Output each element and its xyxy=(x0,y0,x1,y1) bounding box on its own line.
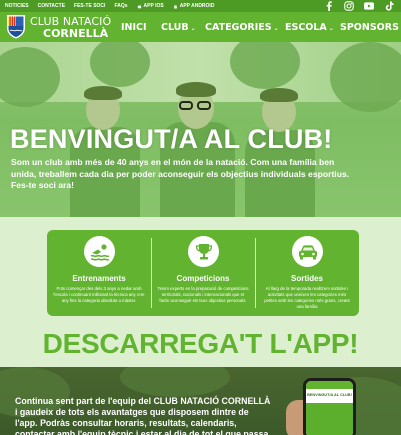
hero-title: BENVINGUT/A AL CLUB! xyxy=(10,124,333,154)
phone-screen-text: BENVINGUT/A AL CLUB! xyxy=(307,393,352,397)
trophy-icon xyxy=(195,243,212,259)
features-card: Entrenaments Pots començar des dels 3 an… xyxy=(47,230,359,316)
chevron-down-icon: ⌄ xyxy=(273,25,279,32)
instagram-icon[interactable] xyxy=(344,1,354,11)
hero-description: Som un club amb més de 40 anys en el món… xyxy=(11,157,350,190)
social-links xyxy=(324,1,394,11)
nav-item-escola[interactable]: ESCOLA ⌄ xyxy=(285,22,334,33)
feature-entrenaments: Entrenaments Pots començar des dels 3 an… xyxy=(47,230,151,316)
swimmer-icon xyxy=(90,243,109,261)
topbar-link-app-ios[interactable]: APP IOS xyxy=(137,3,164,9)
feature-title: Entrenaments xyxy=(72,274,126,283)
main-navbar: CLUB NATACIÓ CORNELLÀ INICI CLUB ⌄ CATEGO… xyxy=(0,12,401,42)
tiktok-icon[interactable] xyxy=(384,1,394,11)
apple-icon xyxy=(137,4,141,8)
hero-banner: BENVINGUT/A AL CLUB! Som un club amb més… xyxy=(0,42,401,217)
feature-title: Competicions xyxy=(176,274,230,283)
feature-sortides: Sortides Al llarg de la temporada realit… xyxy=(255,230,359,316)
nav-item-inici[interactable]: INICI xyxy=(121,22,147,33)
app-phone-mockup: BENVINGUT/A AL CLUB! xyxy=(303,378,356,435)
chevron-down-icon: ⌄ xyxy=(190,25,196,32)
download-app-description: Continua sent part de l'equip del CLUB N… xyxy=(15,396,271,435)
feature-competicions: Competicions Tenim experts en la prepara… xyxy=(151,230,255,316)
topbar-link-fes-te-soci[interactable]: FES-TE SOCI xyxy=(74,3,105,9)
topbar-link-app-android[interactable]: APP ANDROID xyxy=(173,3,214,9)
topbar-link-faqs[interactable]: FAQs xyxy=(114,3,127,9)
youtube-icon[interactable] xyxy=(364,1,374,11)
feature-description: Al llarg de la temporada realitzem sorti… xyxy=(264,286,350,309)
brand-name-line2[interactable]: CORNELLÀ xyxy=(43,27,108,40)
nav-item-club[interactable]: CLUB ⌄ xyxy=(161,22,196,33)
feature-title: Sortides xyxy=(290,274,323,283)
topbar-link-contacte[interactable]: CONTACTE xyxy=(38,3,65,9)
facebook-icon[interactable] xyxy=(324,1,334,11)
feature-description: Tenim experts en la preparació de compet… xyxy=(157,286,249,303)
download-app-heading: DESCARREGA'T L'APP! xyxy=(42,328,359,359)
topbar-link-noticies[interactable]: NOTICIES xyxy=(5,3,29,9)
nav-item-sponsors[interactable]: SPONSORS xyxy=(340,22,399,33)
feature-description: Pots començar des dels 3 anys a nedar am… xyxy=(53,286,145,303)
club-logo[interactable] xyxy=(6,14,26,39)
top-utility-bar: NOTICIES CONTACTE FES-TE SOCI FAQs APP I… xyxy=(0,0,401,12)
nav-item-categories[interactable]: CATEGORIES ⌄ xyxy=(205,22,279,33)
car-icon xyxy=(298,244,317,259)
chevron-down-icon: ⌄ xyxy=(328,25,334,32)
android-icon xyxy=(173,4,177,8)
